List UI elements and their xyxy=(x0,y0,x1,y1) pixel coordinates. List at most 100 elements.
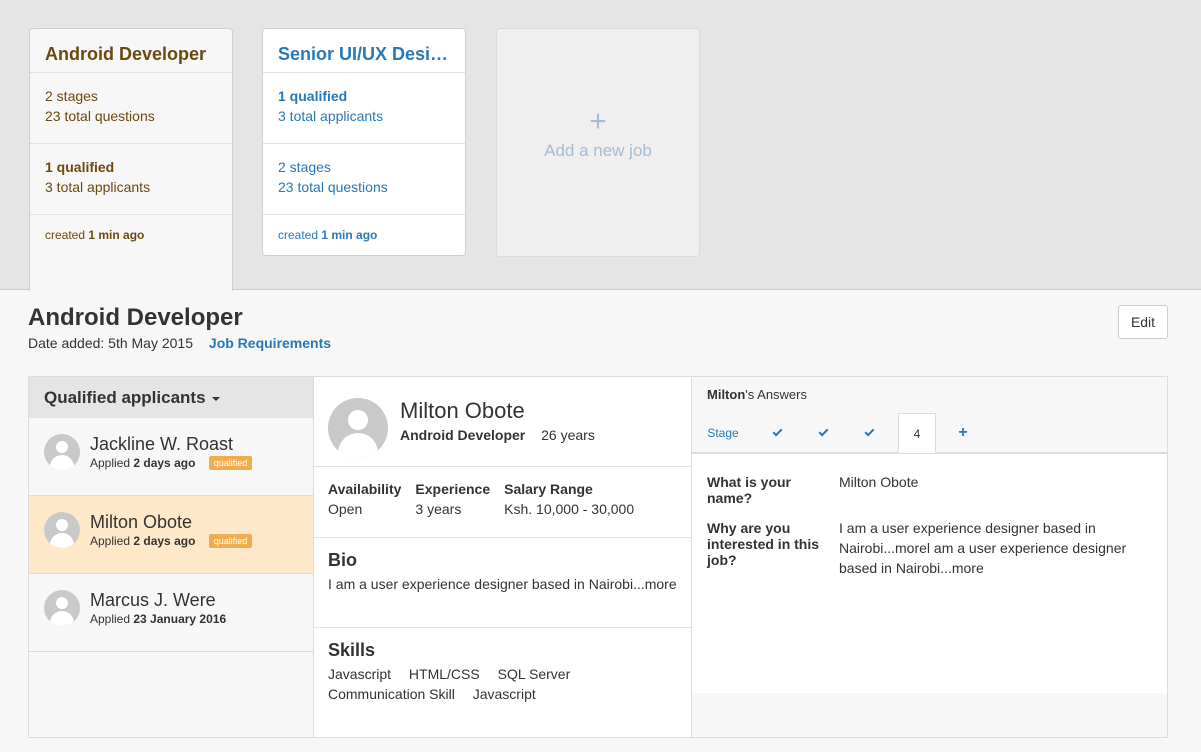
caret-down-icon xyxy=(211,396,220,401)
question-row: Why are you interested in this job? I am… xyxy=(692,520,1167,578)
job-card-stages: 2 stages xyxy=(45,88,98,104)
skill-tag: Javascript xyxy=(472,686,536,702)
experience-fact: Experience 3 years xyxy=(415,481,490,537)
skill-tag: Javascript xyxy=(328,666,392,682)
applicant-applied: Applied 2 days ago qualified xyxy=(90,456,253,470)
fact-label: Availability xyxy=(328,481,402,497)
add-job-label: Add a new job xyxy=(544,141,652,160)
page-title: Android Developer xyxy=(28,304,243,331)
tab-stage-1[interactable] xyxy=(754,413,800,453)
job-card-android-developer[interactable]: Android Developer 2 stages 23 total ques… xyxy=(29,28,233,291)
answers-title-suffix: 's Answers xyxy=(745,387,807,402)
job-card-stages-block: 2 stages 23 total questions xyxy=(30,73,232,144)
avatar xyxy=(44,590,80,626)
answer-text: I am a user experience designer based in… xyxy=(839,518,1149,578)
applied-prefix: Applied xyxy=(90,456,131,470)
tab-stage-3[interactable] xyxy=(846,413,892,453)
job-card-title[interactable]: Senior UI/UX Designer xyxy=(263,29,465,73)
profile-facts: Availability Open Experience 3 years Sal… xyxy=(314,467,691,538)
job-card-questions: 23 total questions xyxy=(278,179,388,195)
applicants-filter-dropdown[interactable]: Qualified applicants xyxy=(29,377,313,418)
bio-text: I am a user experience designer based in… xyxy=(328,574,677,594)
answers-applicant-name: Milton xyxy=(707,387,746,402)
applicant-profile: Milton Obote Android Developer 26 years … xyxy=(314,377,692,737)
check-icon xyxy=(864,426,874,437)
job-card-created-prefix: created xyxy=(278,228,319,242)
fact-value: Ksh. 10,000 - 30,000 xyxy=(504,501,635,517)
applicant-panel: Qualified applicants Jackline W. Roast A… xyxy=(28,376,1168,738)
applied-prefix: Applied xyxy=(90,612,131,626)
profile-header: Milton Obote Android Developer 26 years xyxy=(314,377,691,467)
profile-name: Milton Obote xyxy=(400,398,525,423)
bio-body: I am a user experience designer based in… xyxy=(328,576,634,592)
status-badge: qualified xyxy=(208,456,253,470)
fact-label: Salary Range xyxy=(504,481,593,497)
add-job-button[interactable]: + Add a new job xyxy=(496,28,700,257)
tab-stage-4[interactable]: 4 xyxy=(898,413,936,453)
answer-more-link[interactable]: ...more xyxy=(940,560,984,576)
tab-stage-label: Stage xyxy=(707,426,739,440)
status-badge: qualified xyxy=(208,534,253,548)
availability-fact: Availability Open xyxy=(328,481,401,537)
jobs-strip: Android Developer 2 stages 23 total ques… xyxy=(0,0,1201,291)
question-text: What is your name? xyxy=(707,474,792,506)
stage-tabs: Stage 4 + xyxy=(692,413,986,453)
applicant-name: Milton Obote xyxy=(90,512,193,532)
answers-panel: Milton's Answers Stage 4 + What is your … xyxy=(692,377,1167,737)
job-card-senior-ui-ux-designer[interactable]: Senior UI/UX Designer 1 qualified 3 tota… xyxy=(262,28,466,256)
question-row: What is your name? Milton Obote xyxy=(692,474,1167,506)
add-stage-tab[interactable]: + xyxy=(940,413,986,453)
question-text: Why are you interested in this job? xyxy=(707,520,820,568)
tab-stage-2[interactable] xyxy=(800,413,846,453)
answers-list: What is your name? Milton Obote Why are … xyxy=(692,453,1167,693)
plus-icon: + xyxy=(589,105,607,138)
job-card-created: created 1 min ago xyxy=(263,215,465,242)
applicant-name: Marcus J. Were xyxy=(90,590,216,610)
job-requirements-link[interactable]: Job Requirements xyxy=(209,335,331,351)
list-item[interactable]: Marcus J. Were Applied 23 January 2016 xyxy=(29,574,313,652)
salary-fact: Salary Range Ksh. 10,000 - 30,000 xyxy=(504,481,634,537)
answers-header: Milton's Answers Stage 4 + xyxy=(692,377,1167,453)
check-icon xyxy=(772,426,782,437)
bio-title: Bio xyxy=(328,550,357,570)
list-item[interactable]: Jackline W. Roast Applied 2 days ago qua… xyxy=(29,418,313,496)
job-card-created: created 1 min ago xyxy=(30,215,232,242)
applicant-applied: Applied 2 days ago qualified xyxy=(90,534,253,548)
applicant-name: Jackline W. Roast xyxy=(90,434,234,454)
job-meta: Date added: 5th May 2015 Job Requirement… xyxy=(28,335,331,351)
edit-button[interactable]: Edit xyxy=(1118,305,1168,339)
answers-title: Milton's Answers xyxy=(707,387,1152,402)
profile-age: 26 years xyxy=(541,427,595,443)
avatar xyxy=(44,434,80,470)
job-card-title[interactable]: Android Developer xyxy=(30,29,232,73)
profile-subtitle: Android Developer 26 years xyxy=(400,427,595,443)
skills-title: Skills xyxy=(328,640,376,660)
fact-value: Open xyxy=(328,501,363,517)
job-card-qualified: 1 qualified xyxy=(278,88,348,104)
applied-date: 2 days ago xyxy=(133,456,196,470)
job-card-applicants-block: 1 qualified 3 total applicants xyxy=(30,144,232,215)
job-header: Android Developer Date added: 5th May 20… xyxy=(28,304,331,351)
bio-more-link[interactable]: ...more xyxy=(633,576,677,592)
profile-role: Android Developer xyxy=(400,427,526,443)
job-card-applicants: 3 total applicants xyxy=(278,108,384,124)
applicants-list: Qualified applicants Jackline W. Roast A… xyxy=(29,377,314,737)
skills-section: Skills Javascript HTML/CSS SQL Server Co… xyxy=(314,628,691,736)
job-card-stages-block: 2 stages 23 total questions xyxy=(263,144,465,215)
skill-tag: HTML/CSS xyxy=(408,666,480,682)
applicant-applied: Applied 23 January 2016 xyxy=(90,612,226,626)
job-card-questions: 23 total questions xyxy=(45,108,155,124)
job-card-created-time: 1 min ago xyxy=(321,228,378,242)
avatar xyxy=(328,398,388,458)
skill-tag: Communication Skill xyxy=(328,686,455,702)
job-card-applicants: 3 total applicants xyxy=(45,179,151,195)
job-card-applicants-block: 1 qualified 3 total applicants xyxy=(263,73,465,144)
applied-date: 2 days ago xyxy=(133,534,196,548)
job-card-created-prefix: created xyxy=(45,228,86,242)
fact-label: Experience xyxy=(415,481,491,497)
applicants-heading: Qualified applicants xyxy=(44,388,206,407)
applied-date: 23 January 2016 xyxy=(133,612,227,626)
job-card-stages: 2 stages xyxy=(278,159,331,175)
check-icon xyxy=(818,426,828,437)
list-item[interactable]: Milton Obote Applied 2 days ago qualifie… xyxy=(29,496,313,574)
